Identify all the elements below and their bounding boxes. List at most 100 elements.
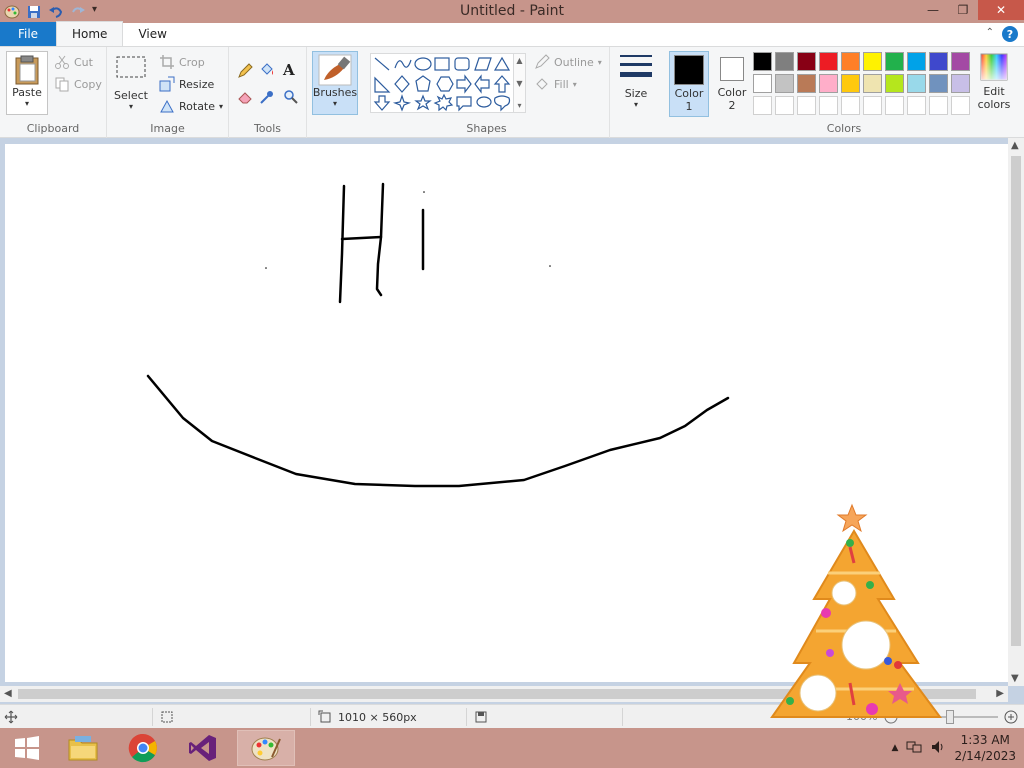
gallery-expand-icon[interactable]: ▾	[517, 101, 521, 110]
zoom-in-icon[interactable]	[1004, 710, 1018, 724]
select-button[interactable]: Select ▾	[111, 53, 151, 111]
pencil-icon[interactable]	[237, 63, 253, 79]
size-dropdown-icon: ▾	[633, 100, 638, 109]
color1-button[interactable]: Color 1	[669, 51, 709, 117]
christmas-tree-gadget[interactable]	[768, 503, 944, 725]
palette-swatch[interactable]	[753, 74, 772, 93]
taskbar-paint[interactable]	[237, 730, 295, 766]
custom-color-slot[interactable]	[819, 96, 838, 115]
smile-curve	[146, 374, 730, 488]
scroll-up-icon[interactable]: ▲	[516, 56, 522, 65]
taskbar-visual-studio[interactable]	[176, 730, 230, 766]
palette-swatch[interactable]	[797, 74, 816, 93]
scroll-left-icon[interactable]: ◀	[4, 688, 12, 699]
outline-icon	[534, 54, 550, 70]
vertical-scroll-thumb[interactable]	[1011, 156, 1021, 646]
help-icon[interactable]: ?	[1002, 26, 1018, 42]
minimize-button[interactable]: —	[918, 0, 948, 20]
fill-bucket-icon[interactable]	[259, 61, 275, 77]
start-button[interactable]	[0, 730, 54, 766]
custom-color-slot[interactable]	[797, 96, 816, 115]
tab-file[interactable]: File	[0, 22, 56, 46]
paint-palette-icon	[251, 737, 281, 761]
scroll-right-icon[interactable]: ▶	[996, 688, 1004, 699]
palette-swatch[interactable]	[775, 52, 794, 71]
ribbon-tabs: File Home View ⌃ ?	[0, 21, 1024, 47]
taskbar-clock[interactable]: 1:33 AM 2/14/2023	[954, 732, 1016, 764]
collapse-ribbon-icon[interactable]: ⌃	[986, 27, 994, 38]
christmas-tree-icon	[770, 503, 942, 718]
palette-swatch[interactable]	[929, 52, 948, 71]
scroll-up-icon[interactable]: ▲	[1011, 140, 1019, 151]
custom-color-slot[interactable]	[929, 96, 948, 115]
canvas-size-indicator: 1010 × 560px	[318, 710, 417, 724]
palette-swatch[interactable]	[841, 74, 860, 93]
save-icon[interactable]	[26, 4, 42, 20]
paste-label: Paste	[12, 86, 42, 99]
custom-color-slot[interactable]	[775, 96, 794, 115]
customize-toolbar-icon[interactable]: ▾	[92, 4, 108, 20]
palette-swatch[interactable]	[863, 74, 882, 93]
crop-button[interactable]: Crop	[159, 53, 205, 71]
custom-color-slot[interactable]	[841, 96, 860, 115]
palette-swatch[interactable]	[929, 74, 948, 93]
eraser-icon[interactable]	[237, 89, 253, 105]
image-group-label: Image	[150, 122, 185, 135]
custom-color-slot[interactable]	[907, 96, 926, 115]
outline-button[interactable]: Outline ▾	[534, 53, 602, 71]
paint-app-icon[interactable]	[4, 4, 20, 20]
cut-label: Cut	[74, 55, 93, 69]
show-hidden-icons-icon[interactable]: ▲	[892, 743, 899, 753]
fill-button[interactable]: Fill ▾	[534, 75, 577, 93]
scroll-down-icon[interactable]: ▼	[516, 79, 522, 88]
network-icon[interactable]	[906, 739, 922, 758]
palette-swatch[interactable]	[775, 74, 794, 93]
edit-colors-button[interactable]: Edit colors	[972, 53, 1016, 111]
palette-swatch[interactable]	[885, 52, 904, 71]
palette-swatch[interactable]	[907, 52, 926, 71]
magnifier-icon[interactable]	[283, 89, 299, 105]
palette-swatch[interactable]	[951, 74, 970, 93]
paste-button[interactable]: Paste ▾	[6, 51, 48, 115]
color-picker-icon[interactable]	[259, 89, 275, 105]
zoom-slider-thumb[interactable]	[946, 710, 954, 724]
palette-swatch[interactable]	[951, 52, 970, 71]
palette-swatch[interactable]	[863, 52, 882, 71]
palette-swatch[interactable]	[797, 52, 816, 71]
taskbar-file-explorer[interactable]	[56, 730, 110, 766]
custom-color-slot[interactable]	[753, 96, 772, 115]
redo-icon[interactable]	[70, 4, 86, 20]
size-button[interactable]: Size ▾	[616, 53, 656, 109]
shapes-gallery-scroll[interactable]: ▲ ▼ ▾	[514, 53, 526, 113]
palette-swatch[interactable]	[841, 52, 860, 71]
cut-button[interactable]: Cut	[54, 53, 93, 71]
shapes-gallery[interactable]	[370, 53, 514, 113]
custom-color-slot[interactable]	[885, 96, 904, 115]
status-divider	[466, 708, 467, 726]
rotate-button[interactable]: Rotate ▾	[159, 97, 223, 115]
color2-button[interactable]: Color 2	[712, 51, 752, 117]
copy-button[interactable]: Copy	[54, 75, 102, 93]
close-button[interactable]: ✕	[978, 0, 1024, 20]
scroll-down-icon[interactable]: ▼	[1011, 673, 1019, 684]
paste-dropdown-icon: ▾	[24, 99, 29, 108]
palette-swatch[interactable]	[885, 74, 904, 93]
palette-swatch[interactable]	[753, 52, 772, 71]
brushes-button[interactable]: Brushes ▾	[312, 51, 358, 115]
tab-home[interactable]: Home	[56, 21, 124, 46]
custom-color-slot[interactable]	[951, 96, 970, 115]
taskbar-chrome[interactable]	[116, 730, 170, 766]
text-tool-icon[interactable]: A	[283, 61, 299, 79]
tab-view[interactable]: View	[123, 22, 181, 46]
resize-button[interactable]: Resize	[159, 75, 214, 93]
rainbow-icon	[980, 53, 1008, 81]
custom-color-slot[interactable]	[863, 96, 882, 115]
palette-swatch[interactable]	[819, 52, 838, 71]
undo-icon[interactable]	[48, 4, 64, 20]
maximize-button[interactable]: ❐	[948, 0, 978, 20]
palette-swatch[interactable]	[819, 74, 838, 93]
resize-label: Resize	[179, 77, 215, 91]
volume-icon[interactable]	[930, 739, 946, 758]
palette-swatch[interactable]	[907, 74, 926, 93]
vertical-scrollbar[interactable]: ▲ ▼	[1008, 138, 1024, 686]
